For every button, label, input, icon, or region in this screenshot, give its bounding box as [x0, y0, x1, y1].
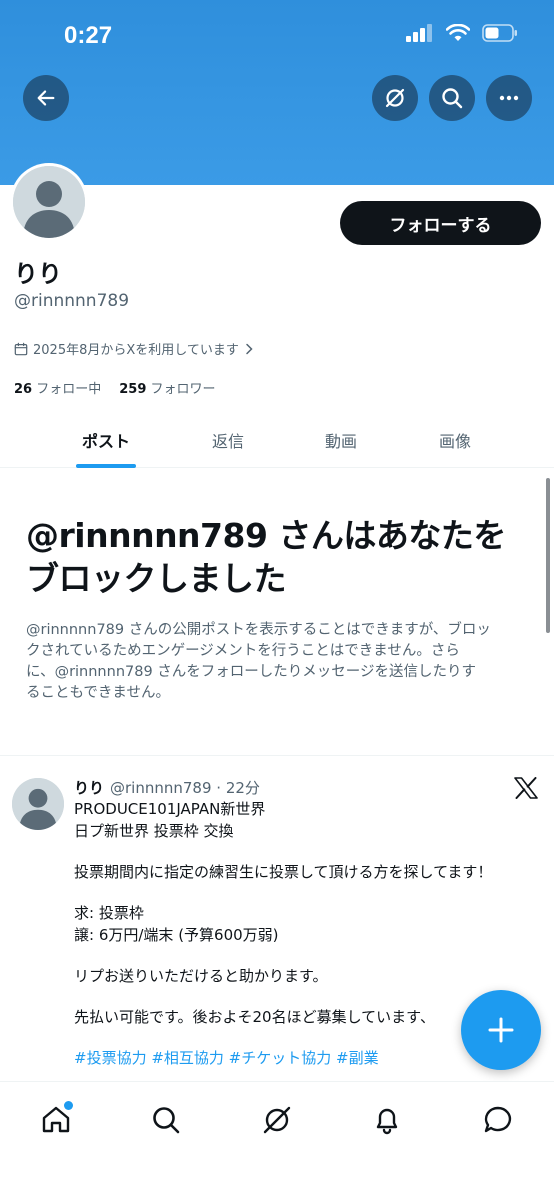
post-hashtags[interactable]: #投票協力 #相互協力 #チケット協力 #副業 [74, 1047, 524, 1069]
search-button[interactable] [429, 75, 475, 121]
blocked-description: @rinnnnn789 さんの公開ポストを表示することはできますが、ブロッ クさ… [26, 620, 531, 705]
default-avatar-icon [12, 778, 64, 830]
section-divider [0, 755, 554, 756]
post-text: PRODUCE101JAPAN新世界 日プ新世界 投票枠 交換 投票期間内に指定… [74, 798, 524, 1069]
post-spacer [74, 842, 524, 861]
battery-icon [482, 24, 517, 42]
blocked-title: @rinnnnn789 さんはあなたを ブロックしました [26, 515, 536, 601]
more-button[interactable] [486, 75, 532, 121]
compose-button[interactable] [461, 990, 541, 1070]
joined-text: 2025年8月からXを利用しています [33, 343, 239, 358]
nav-search[interactable] [146, 1100, 186, 1140]
follow-stats: 26 フォロー中 259 フォロワー [14, 378, 216, 397]
followers-label: フォロワー [150, 382, 216, 397]
more-icon [499, 95, 519, 101]
grok-icon [385, 88, 405, 108]
nav-home[interactable] [36, 1100, 76, 1140]
back-button[interactable] [23, 75, 69, 121]
post-header: りり @rinnnnn789 · 22分 [74, 777, 260, 798]
blocked-title-line: ブロックしました [26, 558, 287, 598]
following-count: 26 [14, 382, 33, 397]
post-line: 求: 投票枠 [74, 904, 144, 922]
cellular-signal-icon [406, 24, 432, 42]
post-author-avatar[interactable] [12, 778, 64, 830]
followers-stat[interactable]: 259 フォロワー [119, 378, 215, 397]
tab-posts[interactable]: ポスト [82, 428, 130, 452]
tab-replies[interactable]: 返信 [212, 428, 244, 452]
status-time: 0:27 [64, 22, 113, 49]
grok-button[interactable] [372, 75, 418, 121]
post-line: リプお送りいただけると助かります。 [74, 967, 328, 985]
post-line: 譲: 6万円/端末 (予算600万弱) [74, 926, 279, 944]
wifi-icon [446, 24, 470, 41]
default-avatar-icon [13, 166, 85, 238]
post-author-name[interactable]: りり [74, 777, 104, 798]
tab-videos[interactable]: 動画 [325, 428, 357, 452]
blocked-body-line: に、@rinnnnn789 さんをフォローしたりメッセージを送信したりす [26, 664, 476, 681]
followers-count: 259 [119, 382, 147, 397]
following-label: フォロー中 [36, 382, 102, 397]
post-line: PRODUCE101JAPAN新世界 [74, 800, 266, 818]
bottom-nav [0, 1081, 554, 1200]
post-meta: @rinnnnn789 · 22分 [110, 779, 260, 797]
scrollbar[interactable] [546, 478, 550, 633]
nav-grok[interactable] [257, 1100, 297, 1140]
blocked-body-line: @rinnnnn789 さんの公開ポストを表示することはできますが、ブロッ [26, 622, 491, 638]
nav-notifications[interactable] [367, 1100, 407, 1140]
following-stat[interactable]: 26 フォロー中 [14, 378, 101, 397]
search-icon [442, 88, 463, 109]
arrow-left-icon [37, 90, 55, 106]
profile-tabs: ポスト 返信 動画 画像 [0, 410, 554, 468]
tab-images[interactable]: 画像 [439, 428, 471, 452]
blocked-title-line: @rinnnnn789 さんはあなたを [26, 516, 506, 555]
active-tab-indicator [76, 464, 136, 468]
search-icon [153, 1107, 180, 1134]
post-line: 先払い可能です。後およそ20名ほど募集しています、 [74, 1008, 435, 1026]
blocked-body-line: クされているためエンゲージメントを行うことはできません。さら [26, 643, 460, 660]
nav-messages[interactable] [478, 1100, 518, 1140]
profile-display-name: りり [14, 260, 62, 288]
post-spacer [74, 883, 524, 902]
post-spacer [74, 987, 524, 1006]
profile-avatar[interactable] [10, 163, 88, 241]
post-line: 投票期間内に指定の練習生に投票して頂ける方を探してます！ [74, 863, 493, 881]
post-line: 日プ新世界 投票枠 交換 [74, 822, 234, 840]
grok-icon [263, 1106, 291, 1134]
chevron-right-icon [246, 343, 253, 354]
post-spacer [74, 946, 524, 965]
follow-button[interactable]: フォローする [340, 201, 541, 245]
messages-icon [484, 1106, 512, 1133]
notification-dot [64, 1101, 73, 1110]
status-icons [406, 24, 518, 42]
post-spacer [74, 1028, 524, 1047]
calendar-icon [14, 342, 28, 355]
joined-date[interactable]: 2025年8月からXを利用しています [14, 339, 254, 358]
plus-icon [488, 1017, 514, 1043]
profile-handle: @rinnnnn789 [14, 291, 130, 311]
bell-icon [376, 1108, 398, 1135]
blocked-body-line: ることもできません。 [26, 685, 170, 702]
